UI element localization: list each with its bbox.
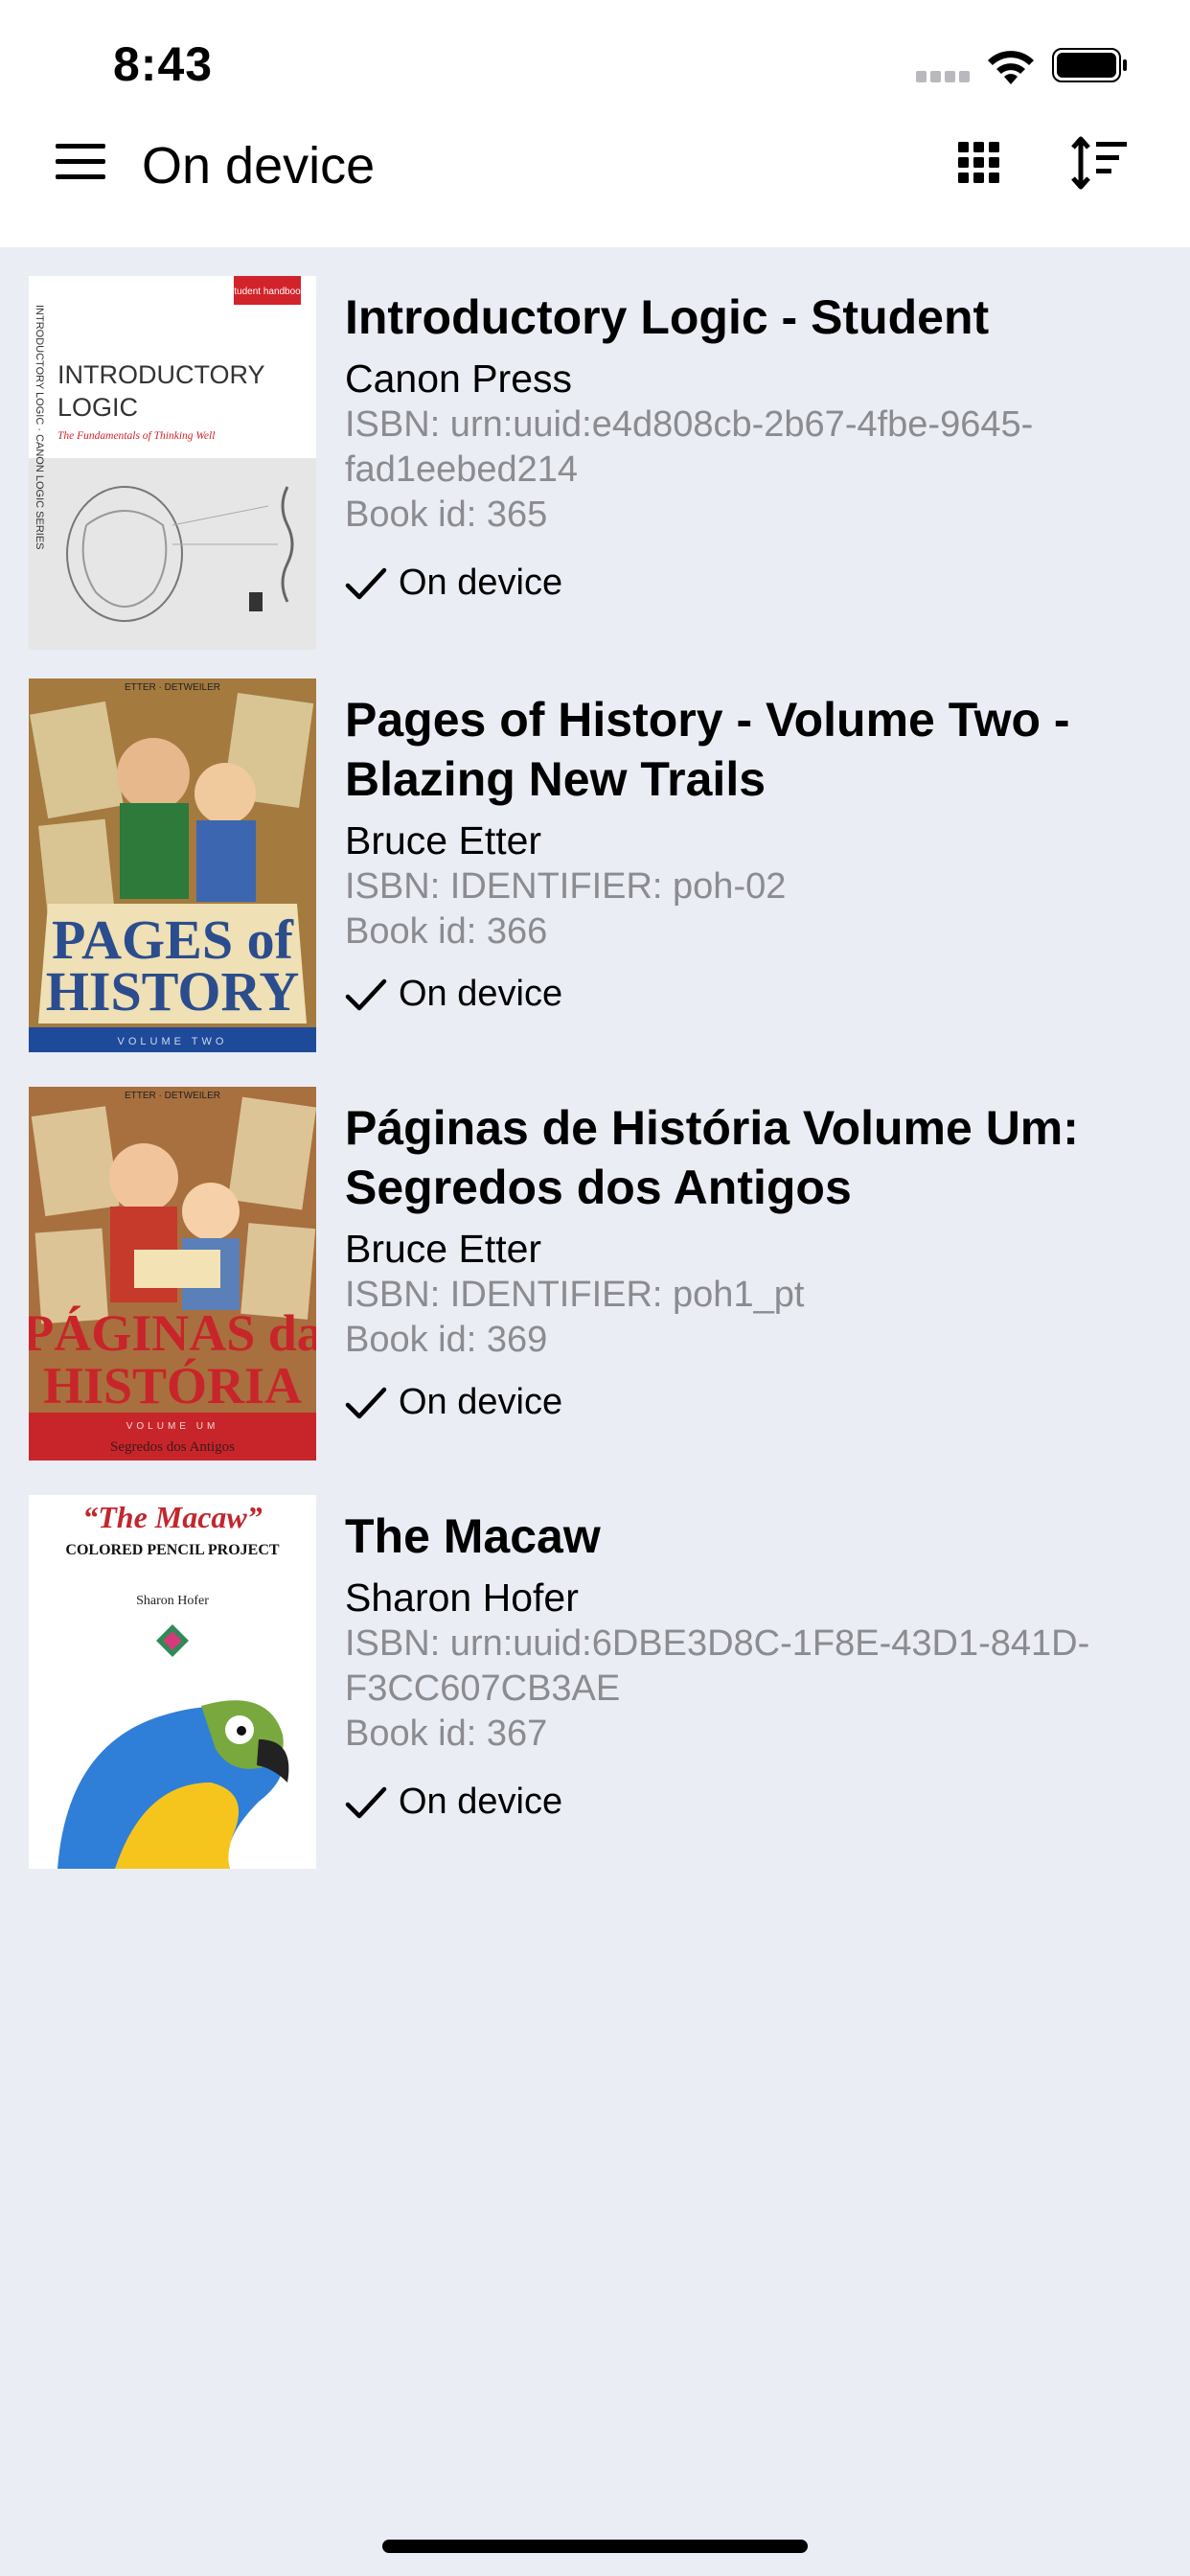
checkmark-icon bbox=[345, 978, 387, 1010]
book-isbn: ISBN: IDENTIFIER: poh1_pt bbox=[345, 1275, 805, 1315]
on-device-label: On device bbox=[399, 1382, 563, 1422]
book-cover[interactable]: student handbook INTRODUCTORY LOGIC · CA… bbox=[29, 276, 316, 650]
book-row[interactable]: student handbook INTRODUCTORY LOGIC · CA… bbox=[0, 247, 1190, 650]
sort-icon[interactable] bbox=[1071, 136, 1129, 190]
on-device-label: On device bbox=[399, 974, 563, 1014]
cover-top: ETTER · DETWEILER bbox=[125, 682, 220, 693]
battery-icon bbox=[1052, 48, 1127, 82]
book-id: Book id: 367 bbox=[345, 1714, 548, 1754]
cellular-signal-icon bbox=[916, 71, 972, 82]
book-info: The Macaw Sharon Hofer ISBN: urn:uuid:6D… bbox=[345, 1506, 1140, 1825]
book-isbn: ISBN: urn:uuid:e4d808cb-2b67-4fbe-9645-f… bbox=[345, 404, 1034, 490]
on-device-status: On device bbox=[345, 972, 1140, 1017]
on-device-label: On device bbox=[399, 1782, 563, 1822]
book-title: The Macaw bbox=[345, 1509, 601, 1563]
book-info: Pages of History - Volume Two - Blazing … bbox=[345, 690, 1140, 1017]
book-id: Book id: 365 bbox=[345, 494, 548, 535]
status-time: 8:43 bbox=[113, 37, 214, 91]
book-id: Book id: 369 bbox=[345, 1320, 548, 1360]
cover-author: Sharon Hofer bbox=[136, 1594, 209, 1608]
checkmark-icon bbox=[345, 1786, 387, 1818]
svg-text:INTRODUCTORY: INTRODUCTORY bbox=[57, 360, 265, 389]
book-isbn: ISBN: IDENTIFIER: poh-02 bbox=[345, 866, 787, 907]
book-id: Book id: 366 bbox=[345, 911, 548, 952]
cover-title-2: HISTÓRIA bbox=[43, 1357, 302, 1414]
book-author: Canon Press bbox=[345, 356, 573, 401]
cover-title: “The Macaw” bbox=[82, 1500, 263, 1534]
book-row[interactable]: ETTER · DETWEILER PÁGINAS da HISTÓRIA VO… bbox=[0, 1058, 1190, 1466]
cover-title-1: PÁGINAS da bbox=[29, 1304, 316, 1362]
on-device-status: On device bbox=[345, 561, 1140, 606]
page-title: On device bbox=[142, 137, 376, 195]
cover-top: ETTER · DETWEILER bbox=[125, 1091, 220, 1101]
checkmark-icon bbox=[345, 1387, 387, 1418]
cover-footer: Segredos dos Antigos bbox=[110, 1439, 235, 1455]
cover-subtitle: COLORED PENCIL PROJECT bbox=[65, 1542, 279, 1558]
on-device-label: On device bbox=[399, 563, 563, 603]
book-title: Páginas de História Volume Um: Segredos … bbox=[345, 1101, 1079, 1214]
top-bar: 8:43 On device bbox=[0, 0, 1190, 247]
on-device-status: On device bbox=[345, 1780, 1140, 1825]
grid-view-icon[interactable] bbox=[958, 142, 1000, 184]
book-cover[interactable]: ETTER · DETWEILER PÁGINAS da HISTÓRIA VO… bbox=[29, 1087, 316, 1460]
cover-title-2: HISTORY bbox=[46, 960, 299, 1023]
book-cover[interactable]: “The Macaw” COLORED PENCIL PROJECT Sharo… bbox=[29, 1495, 316, 1869]
book-info: Páginas de História Volume Um: Segredos … bbox=[345, 1098, 1140, 1425]
book-author: Bruce Etter bbox=[345, 1227, 542, 1271]
cover-badge: student handbook bbox=[229, 287, 307, 297]
cover-band: VOLUME UM bbox=[126, 1421, 219, 1432]
book-row[interactable]: “The Macaw” COLORED PENCIL PROJECT Sharo… bbox=[0, 1466, 1190, 1878]
on-device-status: On device bbox=[345, 1380, 1140, 1425]
book-isbn: ISBN: urn:uuid:6DBE3D8C-1F8E-43D1-841D-F… bbox=[345, 1623, 1090, 1709]
checkmark-icon bbox=[345, 567, 387, 599]
svg-text:LOGIC: LOGIC bbox=[57, 393, 138, 422]
hamburger-menu-icon[interactable] bbox=[56, 144, 105, 180]
home-indicator[interactable] bbox=[382, 2540, 808, 2553]
cover-band: VOLUME TWO bbox=[118, 1036, 228, 1047]
book-author: Bruce Etter bbox=[345, 818, 542, 862]
cover-spine: INTRODUCTORY LOGIC · CANON LOGIC SERIES bbox=[34, 305, 45, 550]
wifi-icon bbox=[988, 51, 1034, 84]
book-title: Introductory Logic - Student bbox=[345, 290, 990, 344]
book-author: Sharon Hofer bbox=[345, 1576, 579, 1620]
book-row[interactable]: ETTER · DETWEILER PAGES of HISTORY VOLUM… bbox=[0, 650, 1190, 1058]
book-info: Introductory Logic - Student Canon Press… bbox=[345, 288, 1140, 606]
book-cover[interactable]: ETTER · DETWEILER PAGES of HISTORY VOLUM… bbox=[29, 678, 316, 1052]
book-title: Pages of History - Volume Two - Blazing … bbox=[345, 693, 1070, 806]
cover-subtitle: The Fundamentals of Thinking Well bbox=[57, 430, 215, 442]
